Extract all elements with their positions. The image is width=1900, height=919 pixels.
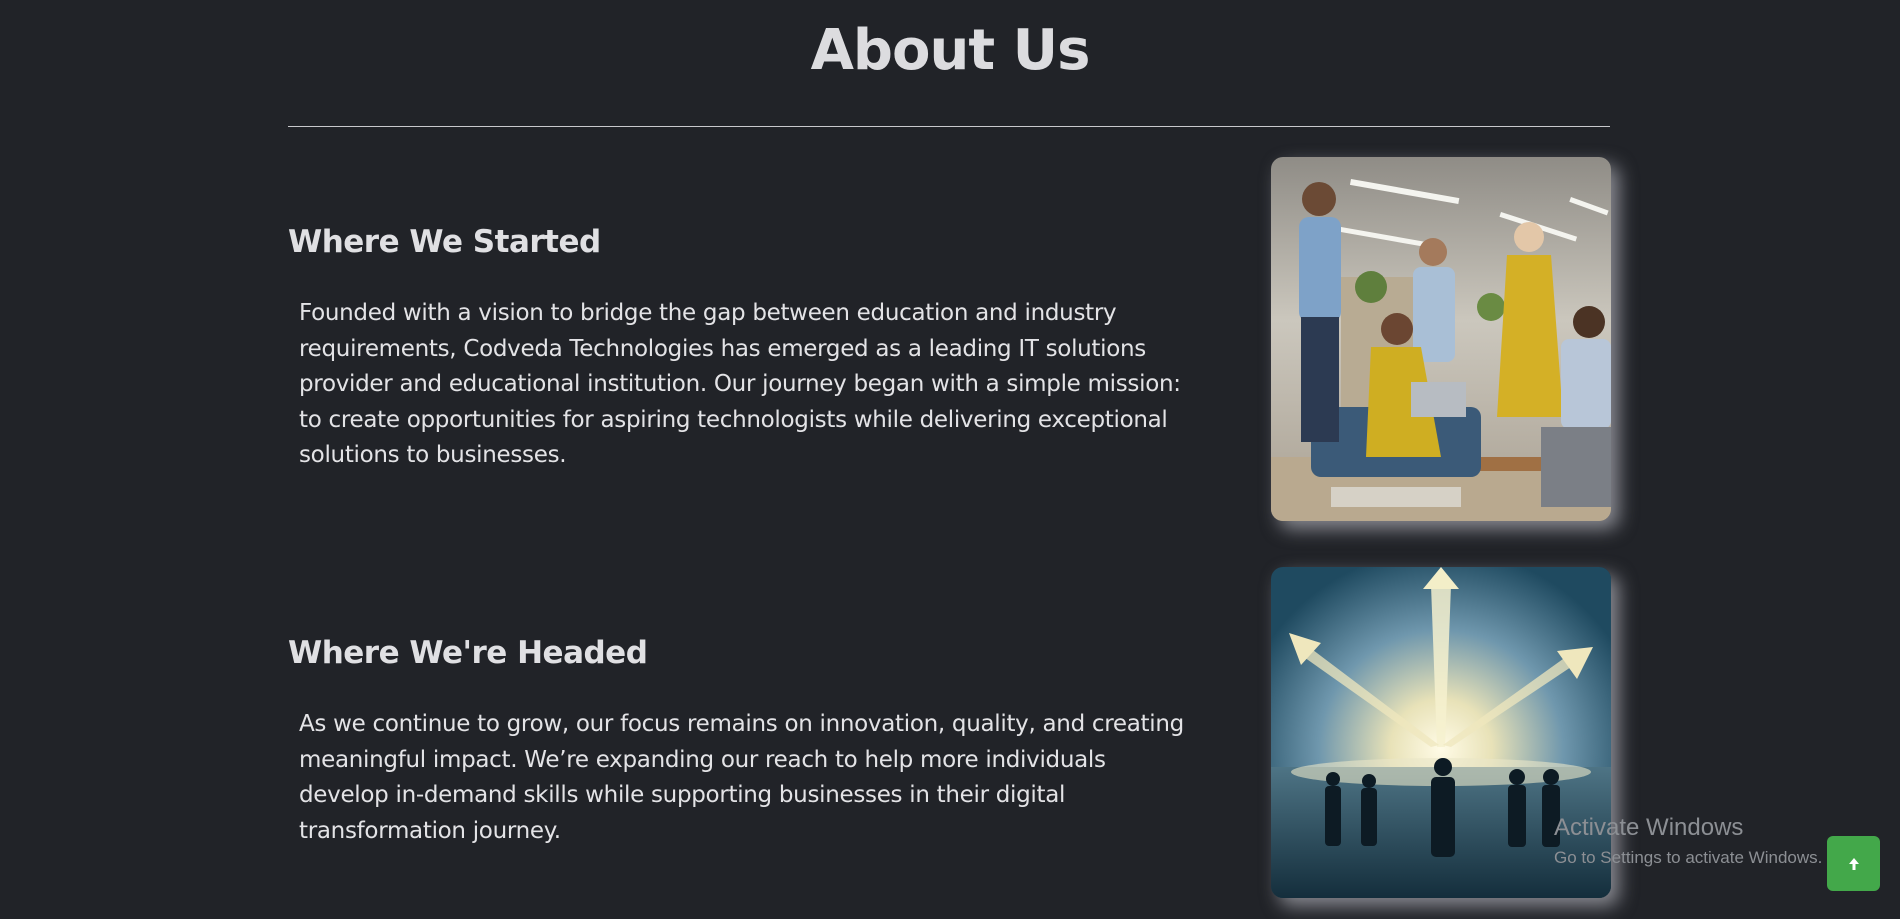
- team-meeting-illustration: [1271, 157, 1611, 521]
- arrow-up-icon: [1848, 857, 1859, 870]
- scroll-to-top-button[interactable]: [1827, 836, 1880, 891]
- section-text-started: Founded with a vision to bridge the gap …: [299, 300, 1181, 468]
- section-heading-headed: Where We're Headed: [288, 635, 648, 671]
- title-divider: [288, 126, 1610, 127]
- section-text-headed: As we continue to grow, our focus remain…: [299, 711, 1184, 844]
- section-heading-started: Where We Started: [288, 224, 601, 260]
- activate-windows-subtitle: Go to Settings to activate Windows.: [1554, 848, 1823, 867]
- activate-windows-title: Activate Windows: [1554, 814, 1744, 841]
- page-title: About Us: [810, 18, 1091, 83]
- team-meeting-image: [1271, 157, 1611, 521]
